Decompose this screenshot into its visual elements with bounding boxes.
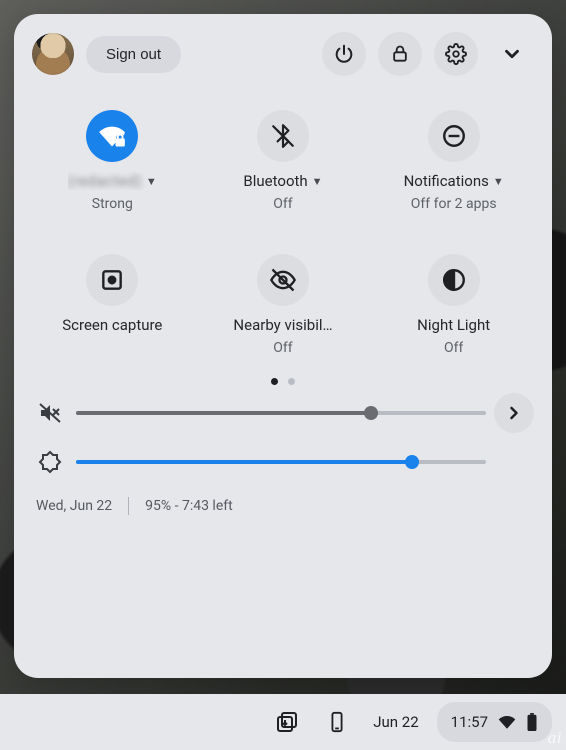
panel-header: Sign out bbox=[32, 32, 534, 76]
battery-icon bbox=[526, 713, 538, 731]
tile-label: Bluetooth ▼ bbox=[243, 172, 322, 190]
tile-sublabel: Off bbox=[273, 340, 292, 356]
holding-space-button[interactable] bbox=[265, 700, 309, 744]
page-dot bbox=[288, 378, 295, 385]
bluetooth-off-icon bbox=[257, 110, 309, 162]
footer-date: Wed, Jun 22 bbox=[36, 498, 112, 514]
phone-icon bbox=[326, 711, 348, 733]
power-button[interactable] bbox=[322, 32, 366, 76]
download-tray-icon bbox=[275, 710, 299, 734]
wifi-icon bbox=[498, 713, 516, 731]
caret-down-icon: ▼ bbox=[146, 175, 157, 188]
footer-battery: 95% - 7:43 left bbox=[145, 498, 233, 514]
avatar[interactable] bbox=[32, 33, 74, 75]
tile-label: Night Light bbox=[417, 316, 490, 334]
quick-settings-panel: Sign out bbox=[14, 14, 552, 678]
shelf: Jun 22 11:57 bbox=[0, 694, 566, 750]
gear-icon bbox=[445, 43, 467, 65]
chevron-right-icon bbox=[504, 403, 524, 423]
tile-label: Screen capture bbox=[62, 316, 162, 335]
tile-nearby-visibility[interactable]: Nearby visibil… Off bbox=[203, 246, 364, 362]
caret-down-icon: ▼ bbox=[312, 175, 323, 188]
settings-button[interactable] bbox=[434, 32, 478, 76]
tile-network[interactable]: (redacted) ▼ Strong bbox=[32, 102, 193, 218]
visibility-off-icon bbox=[257, 254, 309, 306]
tile-screen-capture[interactable]: Screen capture bbox=[32, 246, 193, 362]
screen-capture-icon bbox=[86, 254, 138, 306]
brightness-icon[interactable] bbox=[32, 450, 68, 474]
page-dot bbox=[271, 378, 278, 385]
separator bbox=[128, 497, 129, 515]
tile-sublabel: Off bbox=[444, 340, 463, 356]
sign-out-button[interactable]: Sign out bbox=[86, 36, 181, 73]
tile-bluetooth[interactable]: Bluetooth ▼ Off bbox=[203, 102, 364, 218]
tile-label: Notifications ▼ bbox=[404, 172, 504, 190]
panel-footer: Wed, Jun 22 95% - 7:43 left bbox=[32, 497, 534, 515]
clock: 11:57 bbox=[451, 713, 488, 731]
tile-label: Nearby visibil… bbox=[233, 316, 332, 334]
caret-down-icon: ▼ bbox=[493, 175, 504, 188]
phone-hub-button[interactable] bbox=[315, 700, 359, 744]
brightness-slider[interactable] bbox=[76, 447, 486, 477]
night-light-icon bbox=[428, 254, 480, 306]
power-icon bbox=[333, 43, 355, 65]
tile-notifications[interactable]: Notifications ▼ Off for 2 apps bbox=[373, 102, 534, 218]
page-indicator[interactable] bbox=[32, 378, 534, 385]
collapse-button[interactable] bbox=[490, 32, 534, 76]
quick-tiles: (redacted) ▼ Strong Bluetooth ▼ Off Noti… bbox=[32, 102, 534, 362]
status-tray[interactable]: 11:57 bbox=[437, 702, 552, 742]
wifi-secure-icon bbox=[86, 110, 138, 162]
tile-sublabel: Off for 2 apps bbox=[411, 196, 497, 212]
volume-row bbox=[32, 393, 534, 433]
lock-icon bbox=[390, 44, 410, 64]
lock-button[interactable] bbox=[378, 32, 422, 76]
tile-label: (redacted) ▼ bbox=[68, 172, 157, 190]
volume-slider[interactable] bbox=[76, 398, 486, 428]
do-not-disturb-icon bbox=[428, 110, 480, 162]
tile-sublabel: Off bbox=[273, 196, 292, 212]
brightness-row bbox=[32, 447, 534, 477]
tile-night-light[interactable]: Night Light Off bbox=[373, 246, 534, 362]
volume-mute-icon[interactable] bbox=[32, 401, 68, 425]
chevron-down-icon bbox=[501, 43, 523, 65]
tile-sublabel: Strong bbox=[92, 196, 133, 212]
shelf-date[interactable]: Jun 22 bbox=[365, 713, 430, 731]
audio-settings-button[interactable] bbox=[494, 393, 534, 433]
